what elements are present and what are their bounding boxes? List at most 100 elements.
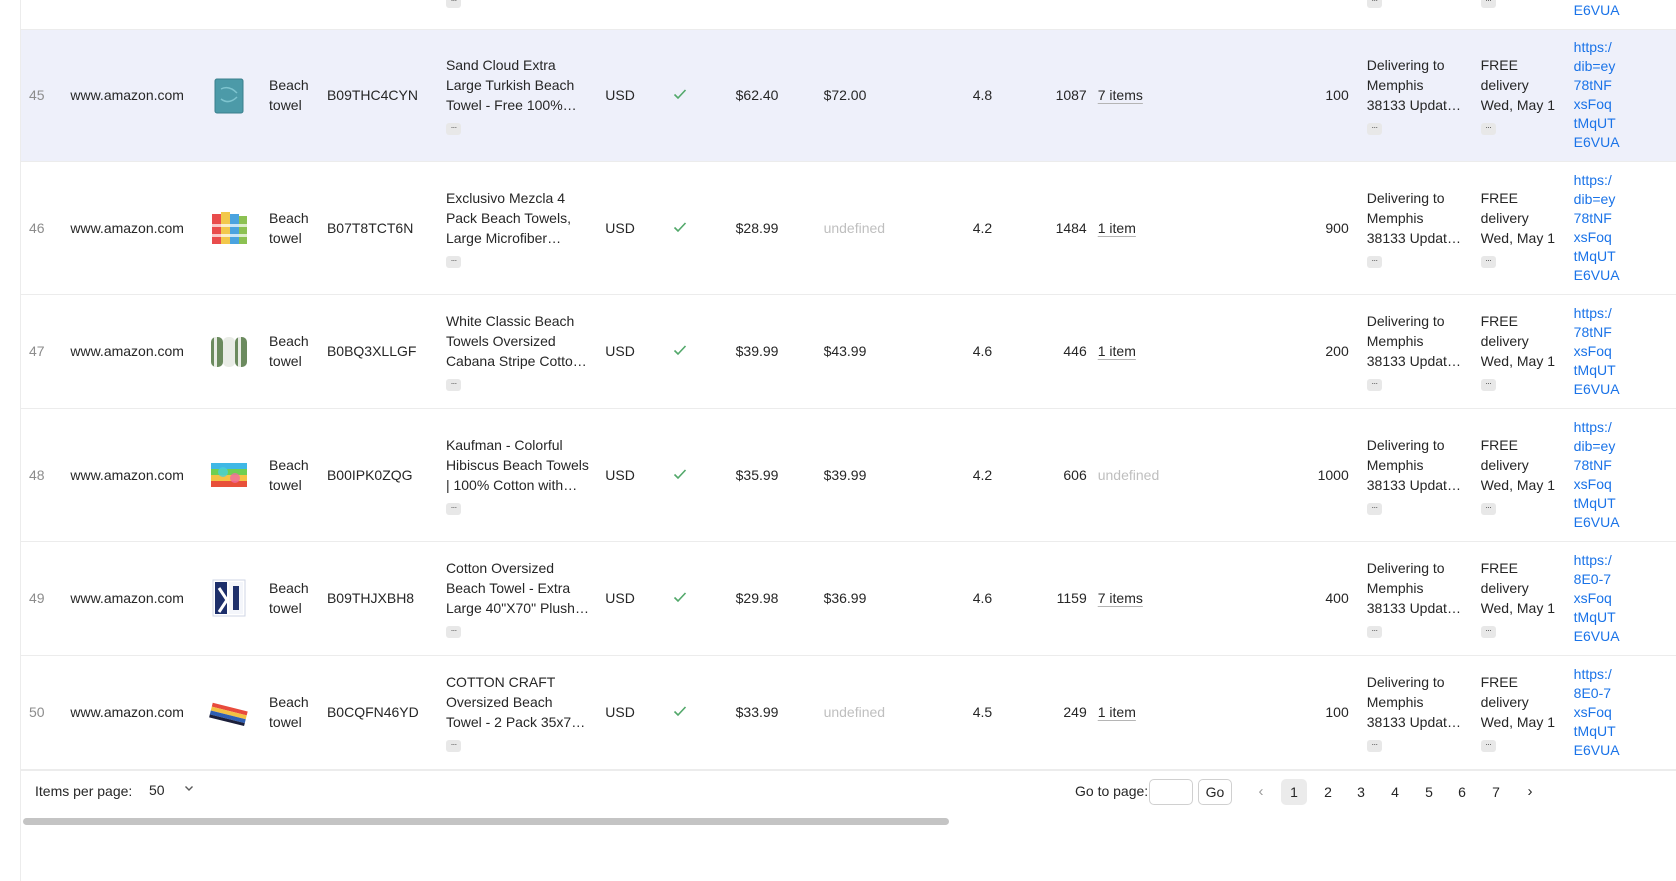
table-row[interactable]: 50 www.amazon.com Beach towel B0CQFN46YD COT… bbox=[21, 655, 1676, 770]
product-url-line[interactable]: https:/ bbox=[1574, 304, 1676, 323]
expand-more-button[interactable]: ··· bbox=[445, 123, 461, 135]
product-url-line[interactable]: tMqUT bbox=[1574, 494, 1676, 513]
product-url-link[interactable]: E6VUA bbox=[1574, 2, 1620, 18]
beach-towel-thumbnail-navy-white[interactable] bbox=[203, 541, 262, 656]
beach-towel-thumbnail-rainbow[interactable] bbox=[203, 408, 262, 542]
variants-link[interactable]: 7 items bbox=[1098, 590, 1143, 606]
table-row[interactable]: 45 www.amazon.com Beach towel B09THC4CYN San… bbox=[21, 29, 1676, 162]
beach-towel-thumbnail-rolled[interactable] bbox=[203, 655, 262, 770]
variants-cell: 1 item bbox=[1089, 161, 1245, 295]
expand-more-button[interactable]: ··· bbox=[445, 0, 461, 9]
product-url-line[interactable]: https:/ bbox=[1574, 551, 1676, 570]
product-url-line[interactable]: tMqUT bbox=[1574, 722, 1676, 741]
expand-more-button[interactable]: ··· bbox=[445, 379, 461, 391]
product-url-line[interactable]: E6VUA bbox=[1574, 380, 1676, 399]
variants-link[interactable]: 1 item bbox=[1098, 220, 1136, 236]
page-button-6[interactable]: 6 bbox=[1449, 779, 1475, 805]
delivery-text: Delivering to Memphis 38133 Update locat… bbox=[1366, 436, 1455, 493]
expand-more-button[interactable]: ··· bbox=[1366, 255, 1382, 268]
beach-towel-thumbnail-teal[interactable] bbox=[203, 29, 262, 162]
list-price-value: $72.00 bbox=[823, 87, 867, 103]
expand-more-button[interactable]: ··· bbox=[445, 255, 461, 268]
expand-more-button[interactable]: ··· bbox=[1480, 740, 1496, 752]
shipping-text: FREE delivery Wed, May 1 bbox=[1480, 313, 1555, 369]
chevron-left-icon[interactable]: ‹ bbox=[1248, 779, 1274, 805]
product-url-line[interactable]: xsFoq bbox=[1574, 475, 1676, 494]
asin-cell: B09THC4CYN bbox=[318, 29, 438, 162]
expand-more-button[interactable]: ··· bbox=[1480, 255, 1496, 268]
table-row[interactable]: 49 www.amazon.com Beach towel B09THJXBH8 Cot… bbox=[21, 541, 1676, 656]
product-url-line[interactable]: xsFoq bbox=[1574, 703, 1676, 722]
page-button-3[interactable]: 3 bbox=[1348, 779, 1374, 805]
product-url-line[interactable]: E6VUA bbox=[1574, 133, 1676, 152]
product-url-line[interactable]: E6VUA bbox=[1574, 627, 1676, 646]
page-button-7[interactable]: 7 bbox=[1483, 779, 1509, 805]
product-url-line[interactable]: tMqUT bbox=[1574, 608, 1676, 627]
expand-more-button[interactable]: ··· bbox=[445, 740, 461, 752]
product-url-line[interactable]: dib=ey bbox=[1574, 57, 1676, 76]
page-button-5[interactable]: 5 bbox=[1416, 779, 1442, 805]
beach-towel-thumbnail-green-stripe[interactable] bbox=[203, 294, 262, 409]
product-url-line[interactable]: https:/ bbox=[1574, 171, 1676, 190]
expand-more-button[interactable]: ··· bbox=[1366, 626, 1382, 638]
product-url-line[interactable]: https:/ bbox=[1574, 418, 1676, 437]
currency-cell: USD bbox=[597, 161, 660, 295]
delivery-cell: Delivering to Memphis 38133 Update locat… bbox=[1358, 541, 1473, 656]
page-button-2[interactable]: 2 bbox=[1315, 779, 1341, 805]
product-url-line[interactable]: E6VUA bbox=[1574, 513, 1676, 532]
reviews-cell: 1159 bbox=[1014, 541, 1090, 656]
variants-link[interactable]: 7 items bbox=[1098, 87, 1143, 103]
product-url-line[interactable]: 8E0-7 bbox=[1574, 570, 1676, 589]
expand-more-button[interactable]: ··· bbox=[1480, 379, 1496, 391]
product-url-line[interactable]: 78tNF bbox=[1574, 209, 1676, 228]
table-row[interactable]: 46 www.amazon.com Beach towel B07T8TCT6N Exc… bbox=[21, 161, 1676, 295]
variants-link[interactable]: 1 item bbox=[1098, 704, 1136, 720]
expand-more-button[interactable]: ··· bbox=[1366, 502, 1382, 515]
product-url-line[interactable]: dib=ey bbox=[1574, 190, 1676, 209]
expand-more-button[interactable]: ··· bbox=[1480, 0, 1496, 9]
product-url-line[interactable]: xsFoq bbox=[1574, 589, 1676, 608]
product-url-line[interactable]: xsFoq bbox=[1574, 342, 1676, 361]
table-row[interactable]: 47 www.amazon.com Beach towel B0BQ3XLLGF Whi… bbox=[21, 294, 1676, 409]
go-button[interactable]: Go bbox=[1198, 779, 1232, 805]
product-url-line[interactable]: 78tNF bbox=[1574, 76, 1676, 95]
stock-cell: 100 bbox=[1244, 29, 1359, 162]
currency-cell: USD bbox=[597, 29, 660, 162]
product-url-line[interactable]: 78tNF bbox=[1574, 323, 1676, 342]
expand-more-button[interactable]: ··· bbox=[1366, 123, 1382, 135]
page-button-1[interactable]: 1 bbox=[1281, 779, 1307, 805]
product-url-line[interactable]: E6VUA bbox=[1574, 741, 1676, 760]
expand-more-button[interactable]: ··· bbox=[1480, 626, 1496, 638]
product-url-line[interactable]: https:/ bbox=[1574, 665, 1676, 684]
page-button-4[interactable]: 4 bbox=[1382, 779, 1408, 805]
product-url-line[interactable]: dib=ey bbox=[1574, 437, 1676, 456]
product-url-line[interactable]: tMqUT bbox=[1574, 114, 1676, 133]
expand-more-button[interactable]: ··· bbox=[1366, 740, 1382, 752]
expand-more-button[interactable]: ··· bbox=[1366, 0, 1382, 9]
product-url-line[interactable]: 8E0-7 bbox=[1574, 684, 1676, 703]
chevron-right-icon[interactable]: › bbox=[1517, 779, 1543, 805]
items-per-page-select[interactable]: 50 bbox=[139, 777, 195, 807]
list-price-cell: $72.00 bbox=[815, 29, 909, 162]
product-title: Cotton Oversized Beach Towel - Extra Lar… bbox=[445, 560, 575, 616]
product-url-line[interactable]: xsFoq bbox=[1574, 228, 1676, 247]
expand-more-button[interactable]: ··· bbox=[445, 626, 461, 638]
expand-more-button[interactable]: ··· bbox=[1480, 123, 1496, 135]
reviews-cell: 446 bbox=[1014, 294, 1090, 409]
product-url-line[interactable]: E6VUA bbox=[1574, 266, 1676, 285]
product-url-line[interactable]: 78tNF bbox=[1574, 456, 1676, 475]
expand-more-button[interactable]: ··· bbox=[445, 502, 461, 515]
variants-link[interactable]: 1 item bbox=[1098, 343, 1136, 359]
product-url-line[interactable]: tMqUT bbox=[1574, 247, 1676, 266]
table-row[interactable]: 48 www.amazon.com Beach towel B00IPK0ZQG Kau… bbox=[21, 408, 1676, 542]
product-url-line[interactable]: https:/ bbox=[1574, 38, 1676, 57]
product-url-line[interactable]: xsFoq bbox=[1574, 95, 1676, 114]
horizontal-scrollbar[interactable] bbox=[23, 818, 949, 825]
go-to-page-input[interactable] bbox=[1149, 779, 1193, 805]
expand-more-button[interactable]: ··· bbox=[1480, 502, 1496, 515]
stock-cell: 1000 bbox=[1244, 408, 1359, 542]
check-icon bbox=[659, 161, 728, 295]
expand-more-button[interactable]: ··· bbox=[1366, 379, 1382, 391]
beach-towel-thumbnail-multicolor-stack[interactable] bbox=[203, 161, 262, 295]
product-url-line[interactable]: tMqUT bbox=[1574, 361, 1676, 380]
